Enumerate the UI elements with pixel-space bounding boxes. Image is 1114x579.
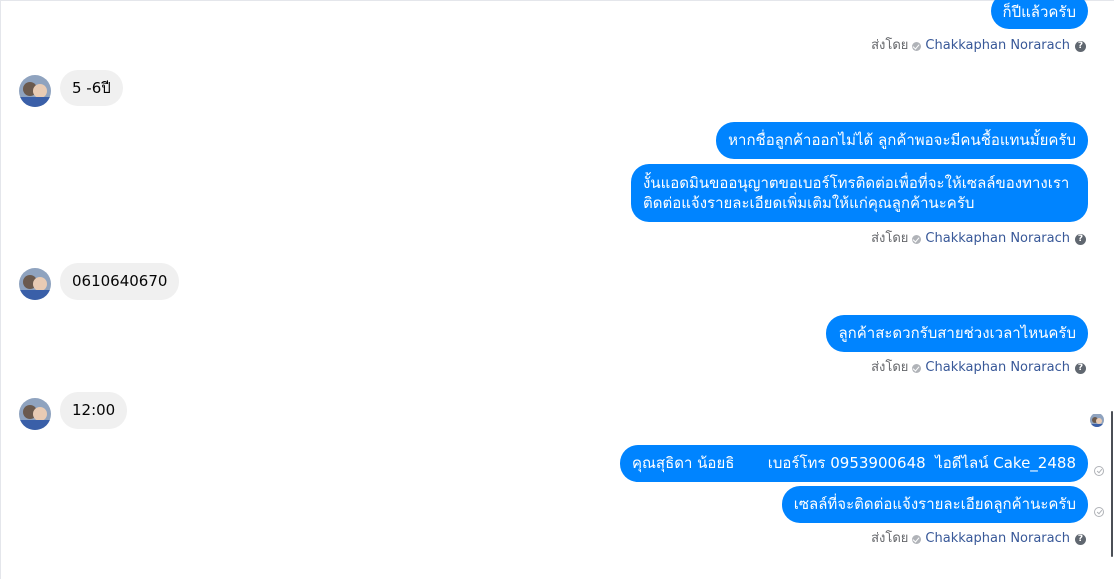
outgoing-message: งั้นแอดมินขออนุญาตขอเบอร์โทรติดต่อเพื่อท…: [631, 164, 1088, 222]
delivered-check-icon: [1094, 507, 1104, 517]
sent-by-footer: ส่งโดย Chakkaphan Norarach ?: [871, 231, 1086, 247]
sender-name-link[interactable]: Chakkaphan Norarach: [925, 531, 1070, 547]
chat-thread: ก็ปีแล้วครับ ส่งโดย Chakkaphan Norarach …: [0, 0, 1114, 579]
avatar[interactable]: [19, 398, 51, 430]
sent-by-label: ส่งโดย: [871, 531, 909, 546]
sent-by-label: ส่งโดย: [871, 231, 909, 246]
sent-by-footer: ส่งโดย Chakkaphan Norarach ?: [871, 38, 1086, 54]
help-icon[interactable]: ?: [1075, 362, 1086, 374]
verified-check-icon: [912, 234, 922, 244]
sent-by-label: ส่งโดย: [871, 38, 909, 53]
verified-check-icon: [912, 41, 922, 51]
sent-by-footer: ส่งโดย Chakkaphan Norarach ?: [871, 360, 1086, 376]
help-icon[interactable]: ?: [1075, 233, 1086, 245]
sender-name-link[interactable]: Chakkaphan Norarach: [925, 360, 1070, 376]
outgoing-message: คุณสุธิดา น้อยธิ เบอร์โทร 0953900648 ไอด…: [619, 445, 1088, 482]
avatar[interactable]: [19, 75, 51, 107]
outgoing-message: เซลล์ที่จะติดต่อแจ้งรายละเอียดลูกค้านะคร…: [781, 486, 1088, 523]
seen-avatar-icon: [1090, 413, 1104, 427]
help-icon[interactable]: ?: [1075, 40, 1086, 52]
scrollbar[interactable]: [1111, 411, 1113, 557]
sender-name-link[interactable]: Chakkaphan Norarach: [925, 38, 1070, 54]
verified-check-icon: [912, 363, 922, 373]
sent-by-label: ส่งโดย: [871, 360, 909, 375]
delivered-check-icon: [1094, 466, 1104, 476]
outgoing-message: ลูกค้าสะดวกรับสายช่วงเวลาไหนครับ: [826, 315, 1088, 352]
incoming-message: 5 -6ปี: [60, 70, 123, 106]
incoming-message: 12:00: [60, 392, 128, 429]
help-icon[interactable]: ?: [1075, 533, 1086, 545]
avatar[interactable]: [19, 268, 51, 300]
verified-check-icon: [912, 534, 922, 544]
outgoing-message: หากชื่อลูกค้าออกไม่ได้ ลูกค้าพอจะมีคนชื้…: [716, 122, 1088, 159]
sender-name-link[interactable]: Chakkaphan Norarach: [925, 231, 1070, 247]
outgoing-message: ก็ปีแล้วครับ: [990, 0, 1088, 29]
incoming-message: 0610640670: [60, 263, 180, 300]
sent-by-footer: ส่งโดย Chakkaphan Norarach ?: [871, 531, 1086, 547]
